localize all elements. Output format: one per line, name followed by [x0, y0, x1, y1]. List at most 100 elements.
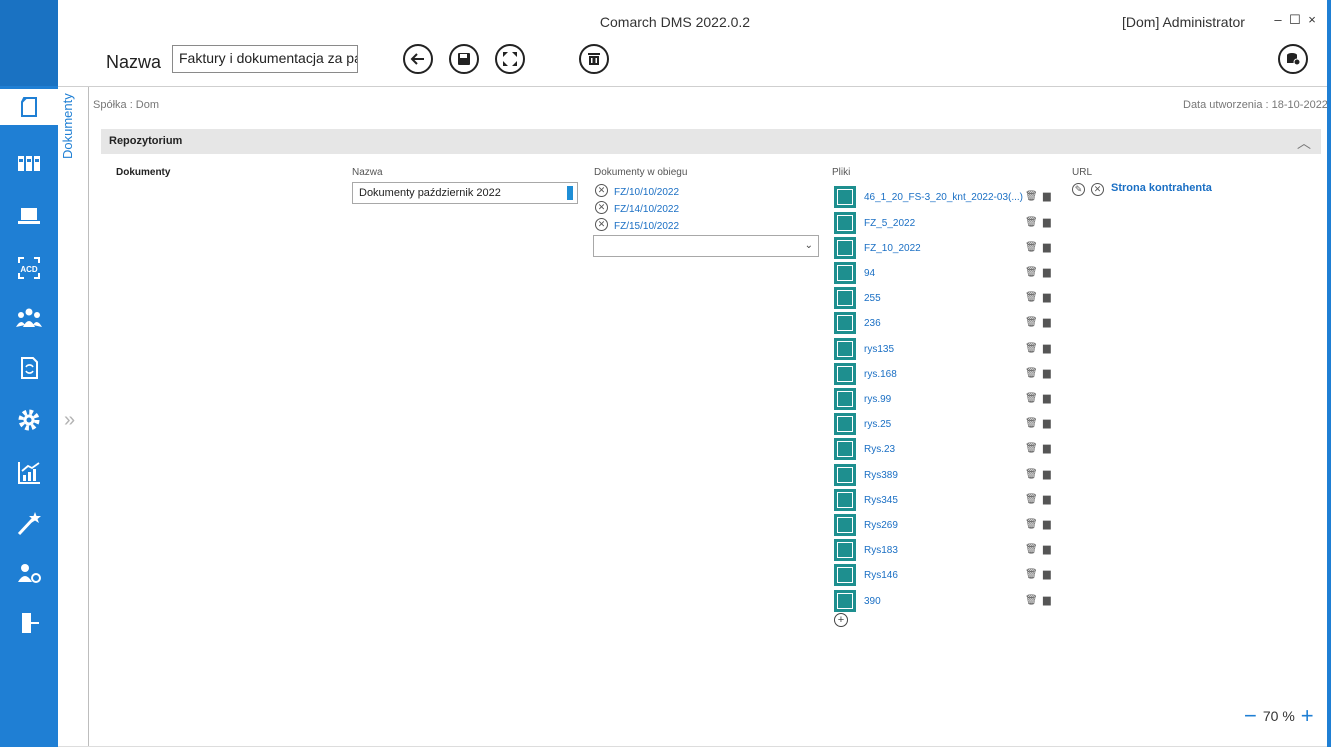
doc-link[interactable]: FZ/10/10/2022 [614, 187, 679, 198]
remove-icon[interactable]: ✕ [595, 218, 608, 232]
file-link[interactable]: rys.99 [864, 394, 891, 405]
trash-icon[interactable]: 🗑 [1025, 317, 1038, 328]
save-icon[interactable]: ▆ [1043, 242, 1051, 253]
doc-link[interactable]: FZ/14/10/2022 [614, 204, 679, 215]
close-button[interactable]: × [1305, 12, 1319, 27]
maximize-button[interactable]: ☐ [1288, 12, 1302, 28]
save-icon[interactable]: ▆ [1043, 519, 1051, 530]
reports-icon[interactable] [9, 455, 49, 491]
save-icon[interactable]: ▆ [1043, 544, 1051, 555]
trash-icon[interactable]: 🗑 [1025, 393, 1038, 404]
doc-link[interactable]: FZ/15/10/2022 [614, 221, 679, 232]
file-link[interactable]: rys.25 [864, 419, 891, 430]
file-link[interactable]: 236 [864, 318, 881, 329]
docs-column-label: Dokumenty w obiegu [594, 167, 688, 178]
file-link[interactable]: Rys389 [864, 470, 898, 481]
document-name-input[interactable]: Dokumenty październik 2022 [352, 182, 578, 204]
fullscreen-button[interactable] [495, 44, 525, 74]
ocr-icon[interactable]: ACD [9, 250, 49, 286]
trash-icon[interactable]: 🗑 [1025, 368, 1038, 379]
account-button[interactable] [1278, 44, 1308, 74]
save-icon[interactable]: ▆ [1043, 595, 1051, 606]
trash-icon[interactable]: 🗑 [1025, 519, 1038, 530]
trash-icon[interactable]: 🗑 [1025, 292, 1038, 303]
save-button[interactable] [449, 44, 479, 74]
file-link[interactable]: Rys183 [864, 545, 898, 556]
url-column-label: URL [1072, 167, 1093, 178]
delete-button[interactable] [579, 44, 609, 74]
collapse-icon[interactable]: ︿ [1297, 133, 1311, 153]
zoom-out-button[interactable]: − [1244, 705, 1257, 727]
trash-icon[interactable]: 🗑 [1025, 469, 1038, 480]
name-input[interactable]: Faktury i dokumentacja za pa [172, 45, 358, 73]
add-document-select[interactable]: ⌄ [593, 235, 819, 257]
save-icon[interactable]: ▆ [1043, 191, 1051, 202]
laptop-icon[interactable] [9, 198, 49, 234]
file-row: Rys146 🗑 ▆ [834, 564, 1064, 586]
repository-section-header[interactable]: Repozytorium ︿ [101, 129, 1321, 154]
add-file-icon[interactable]: + [834, 613, 848, 627]
save-icon[interactable]: ▆ [1043, 343, 1051, 354]
edit-link-icon[interactable]: ✎ [1072, 183, 1085, 197]
trash-icon[interactable]: 🗑 [1025, 443, 1038, 454]
image-icon [834, 464, 856, 486]
file-link[interactable]: 255 [864, 293, 881, 304]
save-icon[interactable]: ▆ [1043, 217, 1051, 228]
trash-icon[interactable]: 🗑 [1025, 544, 1038, 555]
remove-icon[interactable]: ✕ [595, 184, 608, 198]
users-icon[interactable] [9, 300, 49, 336]
file-row: 46_1_20_FS-3_20_knt_2022-03(...) 🗑 ▆ [834, 186, 1064, 208]
save-icon[interactable]: ▆ [1043, 418, 1051, 429]
back-button[interactable] [403, 44, 433, 74]
file-link[interactable]: FZ_5_2022 [864, 218, 915, 229]
trash-icon[interactable]: 🗑 [1025, 267, 1038, 278]
save-icon[interactable]: ▆ [1043, 317, 1051, 328]
trash-icon[interactable]: 🗑 [1025, 595, 1038, 606]
file-link[interactable]: FZ_10_2022 [864, 243, 921, 254]
user-info: [Dom] Administrator [1122, 14, 1245, 30]
file-link[interactable]: 94 [864, 268, 875, 279]
file-link[interactable]: Rys269 [864, 520, 898, 531]
file-link[interactable]: rys.168 [864, 369, 897, 380]
library-icon[interactable] [9, 145, 49, 181]
file-link[interactable]: Rys345 [864, 495, 898, 506]
trash-icon[interactable]: 🗑 [1025, 217, 1038, 228]
remove-icon[interactable]: ✕ [595, 201, 608, 215]
url-link[interactable]: Strona kontrahenta [1111, 182, 1212, 194]
save-icon [458, 53, 470, 65]
save-icon[interactable]: ▆ [1043, 267, 1051, 278]
save-icon[interactable]: ▆ [1043, 494, 1051, 505]
file-link[interactable]: 46_1_20_FS-3_20_knt_2022-03(...) [864, 192, 1023, 203]
trash-icon[interactable]: 🗑 [1025, 569, 1038, 580]
file-link[interactable]: Rys.23 [864, 444, 895, 455]
remove-icon[interactable]: ✕ [1091, 183, 1104, 197]
file-row: 94 🗑 ▆ [834, 262, 1064, 284]
file-link[interactable]: 390 [864, 596, 881, 607]
trash-icon[interactable]: 🗑 [1025, 418, 1038, 429]
trash-icon[interactable]: 🗑 [1025, 191, 1038, 202]
save-icon[interactable]: ▆ [1043, 443, 1051, 454]
save-icon[interactable]: ▆ [1043, 393, 1051, 404]
trash-icon[interactable]: 🗑 [1025, 343, 1038, 354]
expand-icon [503, 52, 517, 66]
image-icon [834, 590, 856, 612]
minimize-button[interactable]: – [1271, 12, 1285, 27]
zoom-in-button[interactable]: + [1301, 705, 1314, 727]
file-link[interactable]: rys135 [864, 344, 894, 355]
trash-icon[interactable]: 🗑 [1025, 242, 1038, 253]
save-icon[interactable]: ▆ [1043, 368, 1051, 379]
save-icon[interactable]: ▆ [1043, 569, 1051, 580]
user-settings-icon[interactable] [9, 555, 49, 591]
file-link[interactable]: Rys146 [864, 570, 898, 581]
expand-panel-icon[interactable]: » [64, 409, 75, 432]
documents-icon[interactable] [0, 89, 58, 125]
save-icon[interactable]: ▆ [1043, 292, 1051, 303]
save-icon[interactable]: ▆ [1043, 469, 1051, 480]
wizard-icon[interactable] [9, 505, 49, 541]
logout-icon[interactable] [9, 605, 49, 641]
side-tab-documents[interactable]: Dokumenty [60, 93, 75, 173]
trash-icon[interactable]: 🗑 [1025, 494, 1038, 505]
workflow-icon[interactable] [9, 350, 49, 386]
zoom-control: − 70 % + [1244, 705, 1314, 727]
settings-icon[interactable] [9, 402, 49, 438]
